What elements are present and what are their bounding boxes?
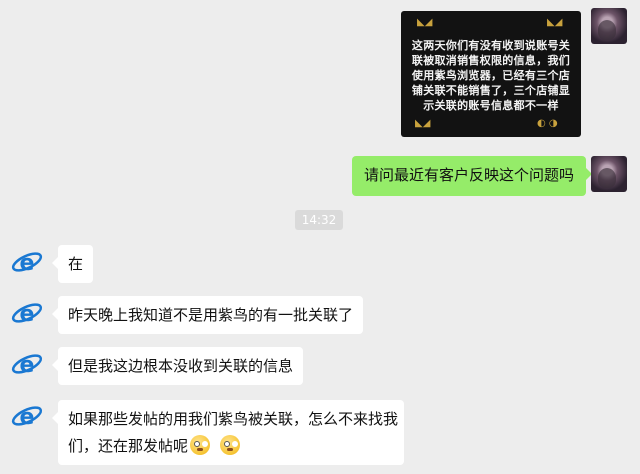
image-message[interactable]: ◣◢ ◣◢ ◣◢ ◐ ◑ 这两天你们有没有收到说账号关联被取消销售权限的信息，我… <box>401 11 581 137</box>
svg-text:e: e <box>20 353 35 378</box>
incoming-message-text: 在 <box>68 255 84 273</box>
dizzy-face-emoji <box>190 435 211 455</box>
ie-logo-icon: e <box>11 353 43 378</box>
image-message-text: 这两天你们有没有收到说账号关联被取消销售权限的信息，我们使用紫鸟浏览器，已经有三… <box>411 39 571 112</box>
ie-logo-icon: e <box>11 302 43 327</box>
self-avatar[interactable] <box>591 156 627 192</box>
timestamp: 14:32 <box>295 210 343 230</box>
decoration-glyph: ◣◢ <box>547 17 563 28</box>
svg-text:e: e <box>20 405 35 430</box>
contact-avatar[interactable]: e <box>10 296 44 330</box>
decoration-glyph: ◐ ◑ <box>537 118 558 129</box>
contact-avatar[interactable]: e <box>10 245 44 279</box>
incoming-message-text-line: 如果那些发帖的用我们紫鸟被关联，怎么不来找我 <box>68 410 399 428</box>
incoming-message-text: 但是我这边根本没收到关联的信息 <box>68 357 294 375</box>
incoming-message-bubble[interactable]: 但是我这边根本没收到关联的信息 <box>51 347 304 385</box>
svg-text:e: e <box>20 251 35 276</box>
decoration-glyph: ◣◢ <box>417 17 433 28</box>
incoming-message-text: 们，还在那发帖呢 <box>68 437 189 455</box>
incoming-message-bubble[interactable]: 如果那些发帖的用我们紫鸟被关联，怎么不来找我 们，还在那发帖呢 <box>52 400 404 465</box>
incoming-message-bubble[interactable]: 在 <box>51 245 94 283</box>
incoming-message-bubble[interactable]: 昨天晚上我知道不是用紫鸟的有一批关联了 <box>51 296 364 334</box>
incoming-message-text: 昨天晚上我知道不是用紫鸟的有一批关联了 <box>68 306 354 324</box>
ie-logo-icon: e <box>11 251 43 276</box>
outgoing-message-text: 请问最近有客户反映这个问题吗 <box>364 166 575 184</box>
contact-avatar[interactable]: e <box>10 347 44 381</box>
decoration-glyph: ◣◢ <box>415 118 431 129</box>
outgoing-message-bubble[interactable]: 请问最近有客户反映这个问题吗 <box>352 156 593 196</box>
incoming-message-text-line: 们，还在那发帖呢 <box>68 433 394 460</box>
ie-logo-icon: e <box>11 405 43 430</box>
contact-avatar[interactable]: e <box>10 399 44 433</box>
svg-text:e: e <box>20 302 35 327</box>
self-avatar[interactable] <box>591 8 627 44</box>
dizzy-face-emoji <box>220 435 241 455</box>
